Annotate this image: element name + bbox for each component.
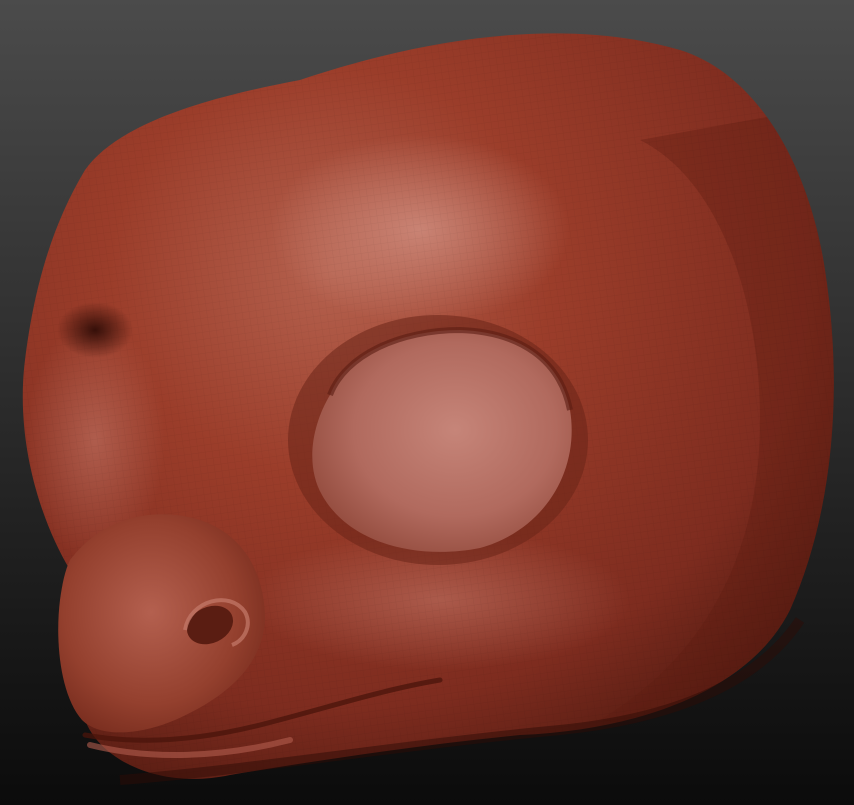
- sculpt-canvas: [0, 0, 854, 805]
- left-eye-pit: [57, 302, 133, 358]
- sculpt-viewport[interactable]: [0, 0, 854, 805]
